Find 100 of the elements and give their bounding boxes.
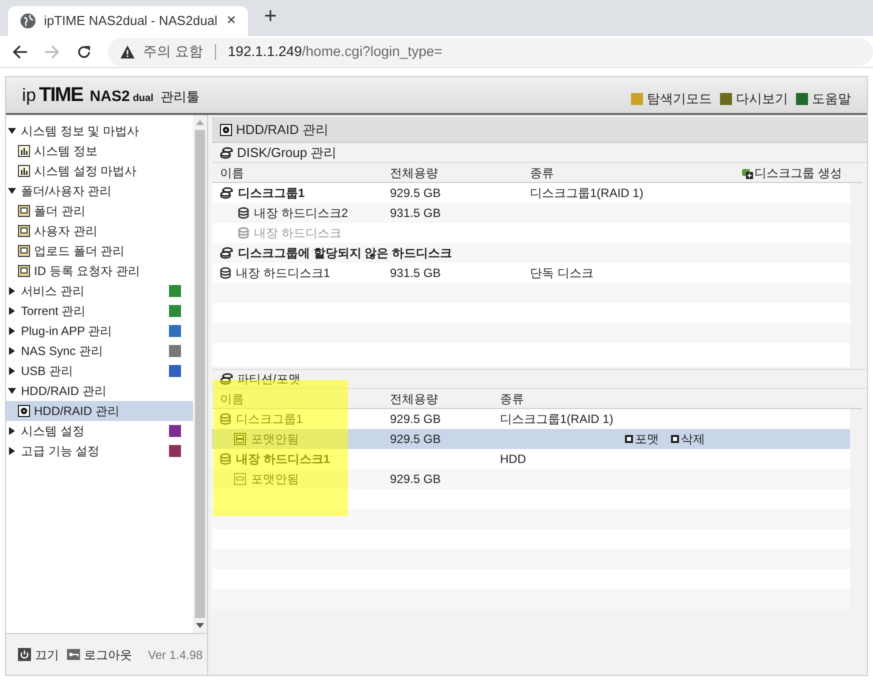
table-cell-text: 디스크그룹에 할당되지 않은 하드디스크: [238, 245, 452, 262]
sidebar-group[interactable]: 시스템 설정: [6, 421, 193, 441]
power-button[interactable]: 끄기: [18, 646, 59, 664]
table-cell-text: 단독 디스크: [530, 265, 594, 282]
expanded-triangle-icon[interactable]: [8, 187, 16, 195]
sidebar-group-label: 시스템 정보 및 마법사: [21, 123, 140, 140]
table-cell-text: 디스크그룹1(RAID 1): [500, 411, 614, 428]
sidebar-group-label: 서비스 관리: [21, 283, 86, 300]
warning-icon: [120, 44, 135, 58]
sidebar-group[interactable]: HDD/RAID 관리: [6, 381, 193, 401]
sidebar-group[interactable]: 시스템 정보 및 마법사: [6, 121, 193, 141]
sidebar-group-label: Plug-in APP 관리: [21, 323, 114, 340]
volume-icon: [234, 433, 246, 445]
sidebar-item[interactable]: 시스템 설정 마법사: [6, 161, 193, 181]
key-icon: [67, 649, 80, 660]
logout-button[interactable]: 로그아웃: [67, 646, 132, 664]
disk-group-icon: [220, 146, 233, 158]
picture-icon: [18, 245, 30, 257]
table-row[interactable]: 포맷안됨 929.5 GB: [212, 469, 850, 489]
sidebar-group[interactable]: 고급 기능 설정: [6, 441, 193, 461]
security-label: 주의 요함: [143, 42, 203, 61]
sidebar-item[interactable]: 사용자 관리: [6, 221, 193, 241]
table-cell-text: 929.5 GB: [390, 431, 442, 448]
table-cell-text: 내장 하드디스크: [254, 225, 342, 242]
collapsed-triangle-icon[interactable]: [8, 287, 16, 295]
table-row[interactable]: 디스크그룹에 할당되지 않은 하드디스크: [212, 243, 850, 263]
collapsed-triangle-icon[interactable]: [8, 307, 16, 315]
section-title: DISK/Group 관리: [237, 144, 337, 162]
sidebar-group-label: 시스템 설정: [21, 423, 86, 440]
sidebar-group-label: USB 관리: [21, 363, 74, 380]
table-row[interactable]: 디스크그룹1 929.5 GB 디스크그룹1(RAID 1): [212, 183, 850, 203]
collapsed-triangle-icon[interactable]: [8, 367, 16, 375]
action-icon: [625, 435, 633, 443]
power-icon: [18, 648, 31, 661]
sidebar-item[interactable]: 시스템 정보: [6, 141, 193, 161]
collapsed-triangle-icon[interactable]: [8, 427, 16, 435]
page-title: HDD/RAID 관리: [236, 120, 328, 139]
sidebar-group[interactable]: 서비스 관리: [6, 281, 193, 301]
tab-close-button[interactable]: ×: [226, 9, 236, 33]
disk-stack-icon: [238, 207, 249, 219]
sidebar-group[interactable]: 폴더/사용자 관리: [6, 181, 193, 201]
table-row[interactable]: 내장 하드디스크1 HDD: [212, 449, 850, 469]
row-action-link[interactable]: 포맷: [625, 430, 659, 448]
expanded-triangle-icon[interactable]: [8, 387, 16, 395]
bar-chart-icon: [18, 165, 30, 177]
table-cell-text: 929.5 GB: [390, 471, 442, 488]
disk-group-icon: [220, 187, 233, 199]
reload-icon[interactable]: [76, 44, 92, 60]
table-cell-text: 931.5 GB: [390, 265, 442, 282]
table-cell-text: HDD: [500, 451, 527, 468]
disk-stack-icon: [238, 227, 249, 239]
collapsed-triangle-icon[interactable]: [8, 327, 16, 335]
table-cell-text: 디스크그룹1: [236, 411, 303, 428]
header-link[interactable]: 탐색기모드: [631, 89, 712, 109]
table-cell-text: 내장 하드디스크2: [254, 205, 348, 222]
collapsed-triangle-icon[interactable]: [8, 447, 16, 455]
table-cell-text: 내장 하드디스크1: [236, 265, 330, 282]
table-cell-text: 포맷안됨: [251, 471, 299, 488]
column-header: 전체용량: [390, 390, 439, 408]
scrollbar[interactable]: [193, 115, 207, 633]
table-row[interactable]: 포맷안됨 929.5 GB 포맷 삭제: [212, 429, 850, 449]
table-row[interactable]: 내장 하드디스크1 931.5 GB 단독 디스크: [212, 263, 850, 283]
sidebar-item[interactable]: 폴더 관리: [6, 201, 193, 221]
header-link[interactable]: 도움말: [796, 89, 851, 109]
new-tab-button[interactable]: +: [264, 0, 277, 32]
sidebar-group[interactable]: NAS Sync 관리: [6, 341, 193, 361]
column-header: 종류: [500, 390, 525, 408]
url-text: 192.1.1.249/home.cgi?login_type=: [228, 42, 442, 61]
address-bar[interactable]: 주의 요함 192.1.1.249/home.cgi?login_type=: [108, 38, 873, 66]
disk-stack-icon: [220, 453, 231, 465]
collapsed-triangle-icon[interactable]: [8, 347, 16, 355]
sidebar-group-label: 폴더/사용자 관리: [21, 183, 113, 200]
disk-icon: [18, 405, 30, 417]
picture-icon: [18, 205, 30, 217]
sidebar-group[interactable]: Torrent 관리: [6, 301, 193, 321]
scroll-down-arrow-icon[interactable]: [196, 623, 204, 628]
create-group-link[interactable]: 디스크그룹 생성: [740, 164, 842, 182]
sidebar-group[interactable]: Plug-in APP 관리: [6, 321, 193, 341]
back-arrow-icon[interactable]: [12, 44, 28, 60]
column-header: 이름: [220, 390, 245, 408]
disk-group-icon: [220, 373, 233, 385]
table-cell-text: 내장 하드디스크1: [236, 451, 330, 468]
picture-icon: [18, 225, 30, 237]
browser-tab[interactable]: ipTIME NAS2dual - NAS2dual ×: [8, 6, 248, 36]
table-cell-text: 929.5 GB: [390, 185, 442, 202]
table-cell-text: 디스크그룹1(RAID 1): [530, 185, 644, 202]
table-cell-text: 포맷안됨: [251, 431, 299, 448]
table-row[interactable]: 내장 하드디스크2 931.5 GB: [212, 203, 850, 223]
header-link[interactable]: 다시보기: [720, 89, 788, 109]
sidebar-item[interactable]: HDD/RAID 관리: [6, 401, 193, 421]
sidebar-group-label: Torrent 관리: [21, 303, 87, 320]
picture-icon: [18, 265, 30, 277]
sidebar-group[interactable]: USB 관리: [6, 361, 193, 381]
row-action-link[interactable]: 삭제: [671, 430, 705, 448]
disk-icon: [220, 124, 232, 136]
tab-title: ipTIME NAS2dual - NAS2dual: [44, 12, 218, 30]
expanded-triangle-icon[interactable]: [8, 127, 16, 135]
sidebar-item[interactable]: ID 등록 요청자 관리: [6, 261, 193, 281]
sidebar-item[interactable]: 업로드 폴더 관리: [6, 241, 193, 261]
table-row[interactable]: 디스크그룹1 929.5 GB 디스크그룹1(RAID 1): [212, 409, 850, 429]
